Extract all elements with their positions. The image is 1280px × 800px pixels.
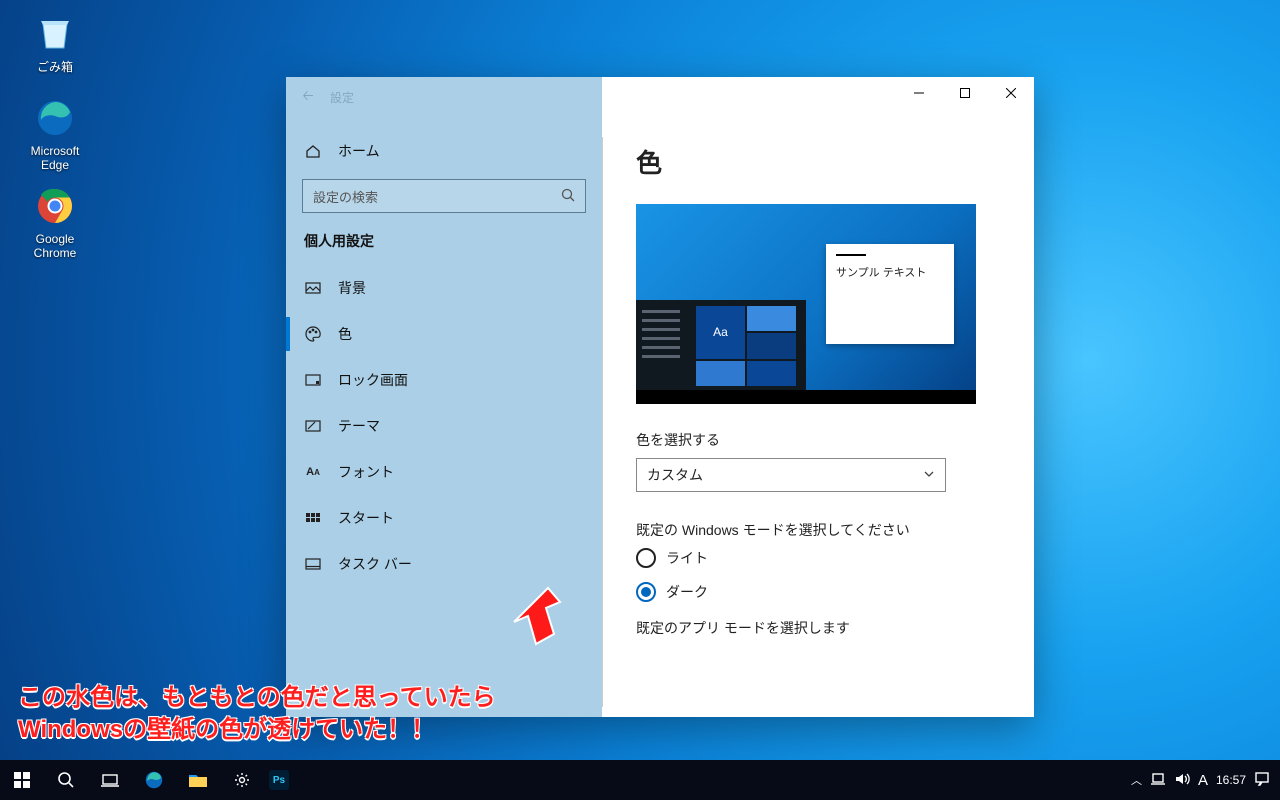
sidebar-item-label: ロック画面 <box>338 370 408 390</box>
msedge-icon <box>33 96 77 140</box>
preview-tile-text: Aa <box>696 306 745 359</box>
sidebar-item-label: 背景 <box>338 278 366 298</box>
preview-sample-text: サンプル テキスト <box>836 267 926 279</box>
desktop-icon-label: ごみ箱 <box>18 58 92 75</box>
sidebar-item-label: 色 <box>338 324 352 344</box>
tray-chevron-up-icon[interactable]: ︿ <box>1131 772 1142 788</box>
desktop-icon-label: Google Chrome <box>18 232 92 260</box>
annotation-text: この水色は、もともとの色だと思っていたら Windowsの壁紙の色が透けていた！… <box>18 682 496 747</box>
sidebar-heading: 個人用設定 <box>286 231 602 265</box>
radio-light[interactable]: ライト <box>636 548 1000 568</box>
radio-label: ライト <box>666 548 708 568</box>
search-icon <box>561 188 575 205</box>
chrome-icon <box>33 184 77 228</box>
sidebar-item-label: テーマ <box>338 416 380 436</box>
preview-sample-card: サンプル テキスト <box>826 244 954 344</box>
sidebar-home-label: ホーム <box>338 141 380 161</box>
search-input[interactable]: 設定の検索 <box>302 179 586 213</box>
task-view-button[interactable] <box>88 760 132 800</box>
sidebar-item-start[interactable]: スタート <box>286 495 602 541</box>
sidebar-item-label: スタート <box>338 508 394 528</box>
preview-tiles: Aa <box>696 306 796 386</box>
clock[interactable]: 16:57 <box>1216 773 1246 787</box>
sidebar-item-themes[interactable]: テーマ <box>286 403 602 449</box>
taskbar-settings-button[interactable] <box>220 760 264 800</box>
taskbar-edge-button[interactable] <box>132 760 176 800</box>
sidebar-item-lockscreen[interactable]: ロック画面 <box>286 357 602 403</box>
annotation-arrow-icon <box>508 586 562 652</box>
radio-dark[interactable]: ダーク <box>636 582 1000 602</box>
sidebar-item-label: フォント <box>338 462 394 482</box>
font-icon: AA <box>304 463 322 481</box>
search-placeholder: 設定の検索 <box>313 187 561 206</box>
ime-indicator[interactable]: A <box>1198 772 1208 789</box>
desktop-icon-chrome[interactable]: Google Chrome <box>18 184 92 260</box>
desktop-icon-msedge[interactable]: Microsoft Edge <box>18 96 92 172</box>
palette-icon <box>304 325 322 343</box>
annotation-line-2: Windowsの壁紙の色が透けていた！！ <box>18 714 496 746</box>
volume-icon[interactable] <box>1174 771 1190 790</box>
sidebar-item-background[interactable]: 背景 <box>286 265 602 311</box>
taskbar-search-button[interactable] <box>44 760 88 800</box>
theme-icon <box>304 417 322 435</box>
sidebar-item-label: タスク バー <box>338 554 412 574</box>
recycle-bin-icon <box>33 10 77 54</box>
select-color-label: 色を選択する <box>636 430 1000 450</box>
home-icon <box>304 142 322 160</box>
taskbar-explorer-button[interactable] <box>176 760 220 800</box>
sidebar-item-taskbar[interactable]: タスク バー <box>286 541 602 587</box>
network-icon[interactable] <box>1150 771 1166 790</box>
select-value: カスタム <box>647 465 703 485</box>
taskbar-photoshop-button[interactable]: Ps <box>264 760 294 800</box>
start-button[interactable] <box>0 760 44 800</box>
start-icon <box>304 509 322 527</box>
sidebar-home[interactable]: ホーム <box>286 129 602 173</box>
picture-icon <box>304 279 322 297</box>
sidebar-item-fonts[interactable]: AA フォント <box>286 449 602 495</box>
radio-icon <box>636 548 656 568</box>
color-preview: Aa サンプル テキスト <box>636 204 976 404</box>
annotation-line-1: この水色は、もともとの色だと思っていたら <box>18 682 496 714</box>
system-tray[interactable]: ︿ A 16:57 <box>1121 771 1280 790</box>
sidebar-item-colors[interactable]: 色 <box>286 311 602 357</box>
lockscreen-icon <box>304 371 322 389</box>
windows-mode-label: 既定の Windows モードを選択してください <box>636 520 1000 540</box>
chevron-down-icon <box>923 467 935 483</box>
page-title: 色 <box>636 143 1000 180</box>
radio-label: ダーク <box>666 582 708 602</box>
desktop-icon-recycle-bin[interactable]: ごみ箱 <box>18 10 92 75</box>
action-center-icon[interactable] <box>1254 771 1270 790</box>
desktop-icon-label: Microsoft Edge <box>18 144 92 172</box>
content-area: 色 Aa サンプル テキスト 色を選択する カスタム 既定の Windows モ… <box>602 77 1034 717</box>
taskbar-icon <box>304 555 322 573</box>
radio-icon <box>636 582 656 602</box>
settings-window: 🡠 設定 ホーム 設定の検索 個人用設定 背景 色 <box>286 77 1034 717</box>
color-mode-select[interactable]: カスタム <box>636 458 946 492</box>
app-mode-label: 既定のアプリ モードを選択します <box>636 618 1000 638</box>
taskbar: Ps ︿ A 16:57 <box>0 760 1280 800</box>
